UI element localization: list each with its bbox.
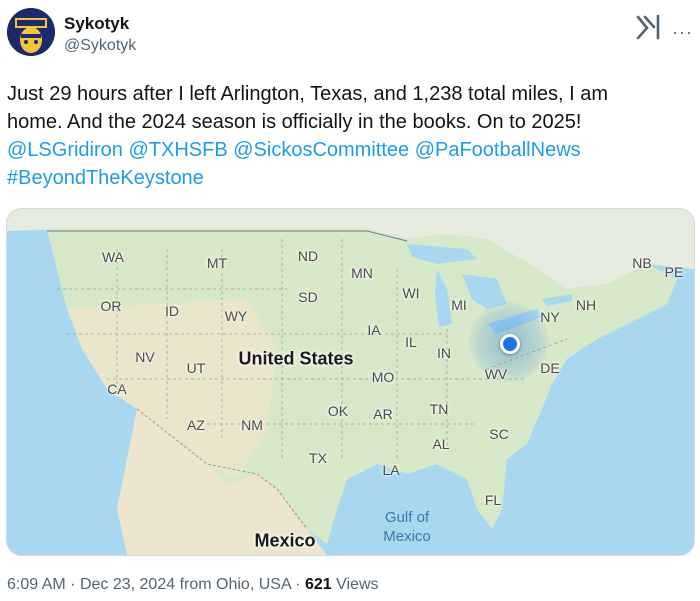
state-label: CA: [107, 381, 127, 397]
tweet-location: from Ohio, USA: [179, 576, 291, 593]
avatar[interactable]: [7, 8, 55, 56]
state-label: TX: [309, 450, 327, 466]
state-label: NY: [540, 309, 560, 325]
state-label: NM: [241, 417, 263, 433]
mention-link[interactable]: @PaFootballNews: [415, 139, 581, 161]
gulf-label-line: Gulf of: [384, 509, 430, 526]
gulf-label: Gulf of Mexico: [383, 508, 431, 546]
country-label: United States: [238, 348, 354, 369]
mentions-line: @LSGridiron @TXHSFB @SickosCommittee @Pa…: [7, 136, 687, 164]
tweet-text: Just 29 hours after I left Arlington, Te…: [7, 80, 687, 192]
state-label: SC: [489, 426, 509, 442]
mention-link[interactable]: @TXHSFB: [128, 139, 227, 161]
mention-link[interactable]: @SickosCommittee: [233, 139, 409, 161]
state-label: AZ: [187, 417, 205, 433]
separator: ·: [70, 576, 76, 593]
state-label: WA: [101, 249, 125, 265]
state-label: DE: [540, 360, 560, 376]
user-handle[interactable]: @Sykotyk: [64, 37, 136, 55]
state-label: AR: [373, 406, 393, 422]
state-label: UT: [186, 360, 206, 376]
state-label: WV: [484, 366, 508, 382]
state-label: IL: [405, 334, 417, 350]
map-image[interactable]: WA MT ND MN NB PE OR ID WY SD WI MI NH N…: [6, 208, 695, 556]
state-label: MI: [451, 297, 467, 313]
state-label: AL: [432, 436, 450, 452]
separator: ·: [295, 576, 301, 593]
tweet-meta: 6:09 AM · Dec 23, 2024 from Ohio, USA · …: [7, 576, 379, 594]
state-label: OR: [100, 298, 122, 314]
mexico-label: Mexico: [254, 530, 316, 551]
state-label: SD: [298, 289, 318, 305]
state-label: IA: [367, 322, 381, 338]
state-label: NH: [575, 297, 597, 313]
state-label: WI: [402, 285, 420, 301]
more-options-icon[interactable]: ···: [672, 22, 693, 43]
state-label: TN: [429, 401, 449, 417]
state-label: ID: [165, 303, 179, 319]
tweet-date[interactable]: Dec 23, 2024: [80, 576, 175, 593]
state-label: PE: [664, 264, 684, 280]
state-label: ND: [297, 248, 319, 264]
x-grok-icon[interactable]: [633, 12, 663, 42]
tweet-text-line: Just 29 hours after I left Arlington, Te…: [7, 83, 609, 105]
hashtag-link[interactable]: #BeyondTheKeystone: [7, 167, 204, 189]
state-label: NB: [632, 255, 652, 271]
state-label: NV: [135, 349, 155, 365]
state-label: MN: [351, 265, 373, 281]
state-label: MO: [371, 369, 395, 385]
state-label: OK: [327, 403, 349, 419]
views-label[interactable]: Views: [336, 576, 378, 593]
state-label: MT: [206, 255, 228, 271]
location-pin-icon: [500, 334, 520, 354]
tweet-header: Sykotyk @Sykotyk ···: [0, 0, 700, 70]
state-label: IN: [437, 345, 451, 361]
hashtag-line: #BeyondTheKeystone: [7, 164, 687, 192]
state-label: FL: [484, 492, 502, 508]
state-label: LA: [382, 462, 400, 478]
mention-link[interactable]: @LSGridiron: [7, 139, 123, 161]
state-label: WY: [224, 308, 248, 324]
gulf-label-line: Mexico: [383, 528, 431, 545]
views-count[interactable]: 621: [305, 576, 332, 593]
tweet-time[interactable]: 6:09 AM: [7, 576, 66, 593]
display-name[interactable]: Sykotyk: [64, 14, 129, 34]
tweet-text-line: home. And the 2024 season is officially …: [7, 111, 582, 133]
